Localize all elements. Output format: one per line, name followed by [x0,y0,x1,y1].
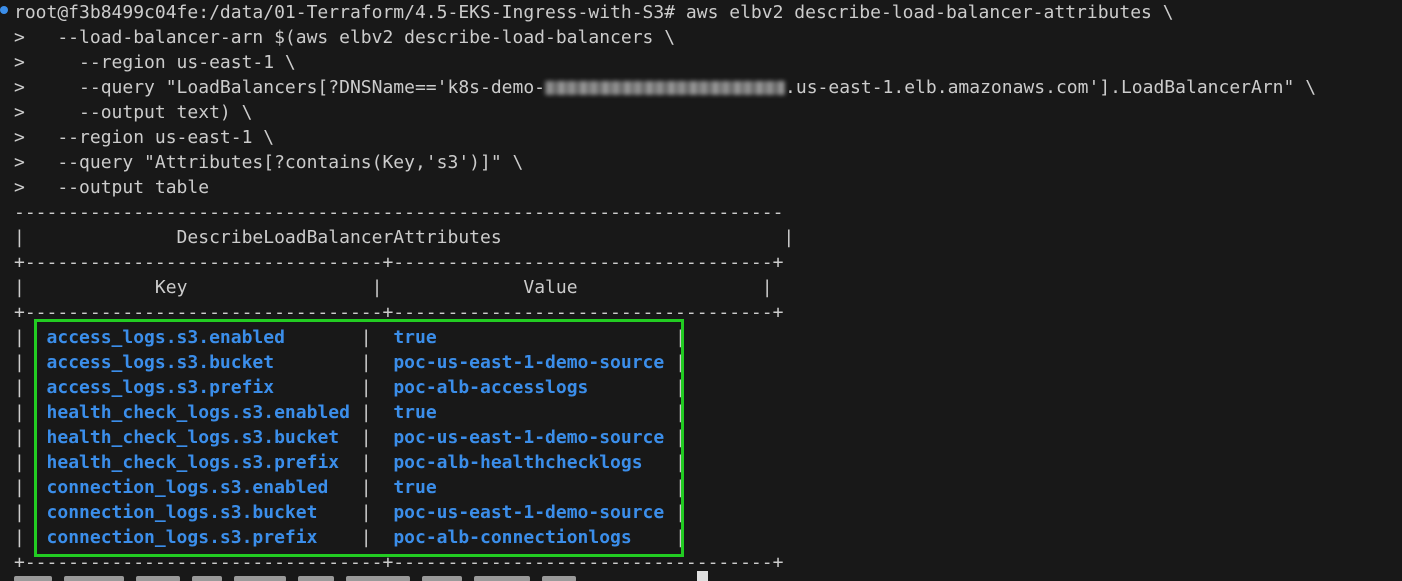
continuation-line: > --output text) \ [14,102,253,123]
continuation-line: > --output table [14,177,210,198]
terminal-window[interactable]: root@f3b8499c04fe:/data/01-Terraform/4.5… [0,0,1402,581]
query-prefix: > --query "LoadBalancers[?DNSName=='k8s-… [14,77,546,98]
continuation-line: > --query "LoadBalancers[?DNSName=='k8s-… [14,75,1316,100]
table-header-row: | Key | Value | [14,277,773,298]
redacted-dns-blur [545,81,786,95]
header-key: Key [154,277,188,298]
command-text: aws elbv2 describe-load-balancer-attribu… [675,2,1174,23]
query-suffix: .us-east-1.elb.amazonaws.com'].LoadBalan… [785,77,1317,98]
shell-prompt: root@f3b8499c04fe:/data/01-Terraform/4.5… [14,2,676,23]
continuation-line: > --region us-east-1 \ [14,52,296,73]
table-separator: +---------------------------------+-----… [14,252,784,273]
command-line: root@f3b8499c04fe:/data/01-Terraform/4.5… [14,0,1174,25]
prompt-status-dot-icon [0,6,8,14]
table-border-top: ----------------------------------------… [14,202,784,223]
terminal-cursor [697,571,708,581]
continuation-line: > --load-balancer-arn $(aws elbv2 descri… [14,27,676,48]
green-highlight-box [34,319,684,557]
continuation-line: > --region us-east-1 \ [14,127,275,148]
header-value: Value [523,277,578,298]
table-title-row: | DescribeLoadBalancerAttributes | [14,227,795,248]
continuation-line: > --query "Attributes[?contains(Key,'s3'… [14,152,524,173]
next-line-partial [14,566,684,581]
